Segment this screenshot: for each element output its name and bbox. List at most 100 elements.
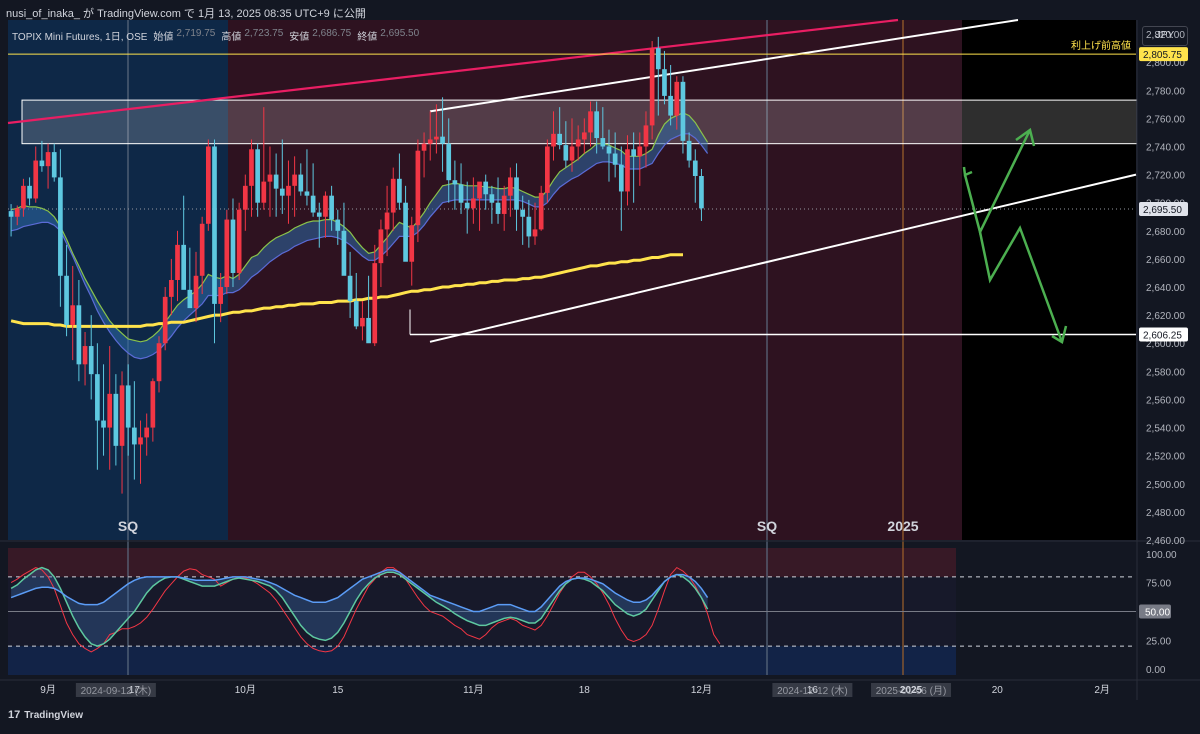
candle-body bbox=[95, 374, 100, 421]
candle-body bbox=[594, 111, 599, 139]
candle-body bbox=[255, 149, 260, 203]
candle-body bbox=[662, 69, 667, 96]
open-label: 始値 bbox=[153, 32, 174, 43]
pre-hike-high-badge: 2,805.75 bbox=[1143, 50, 1182, 61]
price-tick-label: 2,780.00 bbox=[1146, 86, 1185, 97]
osc-tick-label: 25.00 bbox=[1146, 636, 1171, 647]
candle-body bbox=[403, 202, 408, 262]
candle-body bbox=[181, 244, 187, 290]
tradingview-name: TradingView bbox=[24, 709, 83, 721]
candle-body bbox=[82, 346, 88, 365]
low-label: 安値 bbox=[289, 32, 310, 43]
candle-body bbox=[267, 174, 273, 182]
candle-body bbox=[643, 125, 649, 147]
close-value: 2,695.50 bbox=[380, 28, 420, 39]
candle-body bbox=[637, 146, 643, 157]
price-tick-label: 2,480.00 bbox=[1146, 508, 1185, 519]
candle-body bbox=[193, 275, 199, 309]
candle-body bbox=[483, 181, 489, 195]
candle-body bbox=[119, 385, 125, 446]
time-tick-label: 17 bbox=[129, 685, 141, 696]
candle-body bbox=[341, 230, 347, 276]
time-tick-label: 11月 bbox=[463, 684, 483, 696]
candle-body bbox=[88, 346, 94, 375]
candle-body bbox=[218, 287, 223, 304]
price-tick-label: 2,720.00 bbox=[1146, 171, 1185, 182]
price-tick-label: 2,560.00 bbox=[1146, 395, 1185, 406]
osc-tick-label: 100.00 bbox=[1146, 550, 1177, 561]
candle-body bbox=[76, 305, 82, 365]
chart-frame: SQ SQ 2025 2,460.00 2,480.00 2,500.00 2,520.00… bbox=[0, 0, 1200, 729]
time-tick-label: 16 bbox=[807, 685, 819, 696]
candle-body bbox=[316, 212, 322, 217]
candle-body bbox=[501, 195, 507, 214]
tradingview-brand[interactable]: 17 TradingView bbox=[8, 709, 83, 721]
candle-body bbox=[58, 177, 63, 276]
candle-body bbox=[581, 132, 587, 140]
candle-body bbox=[520, 209, 526, 217]
candle-body bbox=[169, 280, 174, 297]
candle-body bbox=[692, 160, 698, 176]
pre-hike-high-text: 利上げ前高値 bbox=[1071, 39, 1131, 52]
candle-body bbox=[101, 420, 106, 428]
date-badge: 2024-09-12 (木) bbox=[81, 685, 152, 697]
candle-body bbox=[150, 381, 156, 428]
candle-body bbox=[212, 146, 217, 304]
resistance-box bbox=[21, 99, 1138, 145]
price-tick-label: 2,620.00 bbox=[1146, 311, 1185, 322]
candle-body bbox=[464, 202, 470, 209]
candle-body bbox=[563, 145, 569, 161]
price-tick-label: 2,740.00 bbox=[1146, 142, 1185, 153]
candle-body bbox=[187, 289, 193, 309]
candle-body bbox=[279, 188, 285, 196]
candle-body bbox=[292, 174, 297, 186]
candle-body bbox=[526, 216, 532, 237]
price-tick-label: 2,640.00 bbox=[1146, 283, 1185, 294]
candle-body bbox=[606, 146, 612, 154]
candle-body bbox=[415, 150, 421, 226]
candle-body bbox=[144, 427, 150, 438]
candle-body bbox=[458, 184, 464, 203]
tradingview-logo-icon: 17 bbox=[8, 709, 21, 721]
candle-body bbox=[125, 385, 131, 428]
year-label: 2025 bbox=[887, 518, 918, 534]
candle-body bbox=[668, 95, 673, 116]
candle-body bbox=[249, 149, 254, 186]
symbol-name[interactable]: TOPIX Mini Futures, 1日, OSE bbox=[12, 28, 147, 43]
candle-body bbox=[655, 48, 661, 70]
symbol-legend: TOPIX Mini Futures, 1日, OSE 始値 2,719.75 高… bbox=[12, 28, 419, 43]
time-tick-label: 9月 bbox=[40, 684, 56, 696]
candle-body bbox=[557, 133, 563, 146]
candle-body bbox=[45, 152, 51, 167]
candle-body bbox=[545, 146, 550, 193]
candle-body bbox=[113, 393, 119, 446]
candle-body bbox=[618, 164, 624, 192]
price-tick-label: 2,500.00 bbox=[1146, 480, 1185, 491]
candle-body bbox=[551, 133, 556, 147]
candle-body bbox=[64, 275, 69, 325]
candle-body bbox=[390, 178, 396, 213]
price-tick-label: 2,540.00 bbox=[1146, 424, 1185, 435]
candle-body bbox=[427, 139, 433, 144]
candle-body bbox=[199, 223, 205, 276]
candle-body bbox=[230, 219, 236, 273]
price-chart[interactable]: SQ SQ 2025 2,460.00 2,480.00 2,500.00 2,520.00… bbox=[0, 0, 1200, 729]
candle-body bbox=[236, 209, 242, 273]
candle-body bbox=[27, 185, 32, 199]
time-tick-label: 20 bbox=[992, 685, 1004, 696]
candle-body bbox=[649, 48, 655, 126]
candle-body bbox=[107, 393, 113, 428]
time-tick-label: 15 bbox=[332, 685, 344, 696]
candle-body bbox=[304, 191, 310, 196]
candle-body bbox=[514, 177, 519, 210]
candle-body bbox=[471, 198, 476, 209]
candle-body bbox=[138, 437, 143, 445]
candle-body bbox=[588, 111, 593, 133]
candle-body bbox=[261, 181, 267, 203]
currency-button[interactable]: JPY bbox=[1142, 26, 1188, 46]
price-tick-label: 2,760.00 bbox=[1146, 114, 1185, 125]
candle-body bbox=[162, 296, 168, 344]
candle-body bbox=[495, 202, 501, 214]
close-label: 終値 bbox=[357, 32, 378, 43]
candle-body bbox=[33, 160, 39, 199]
